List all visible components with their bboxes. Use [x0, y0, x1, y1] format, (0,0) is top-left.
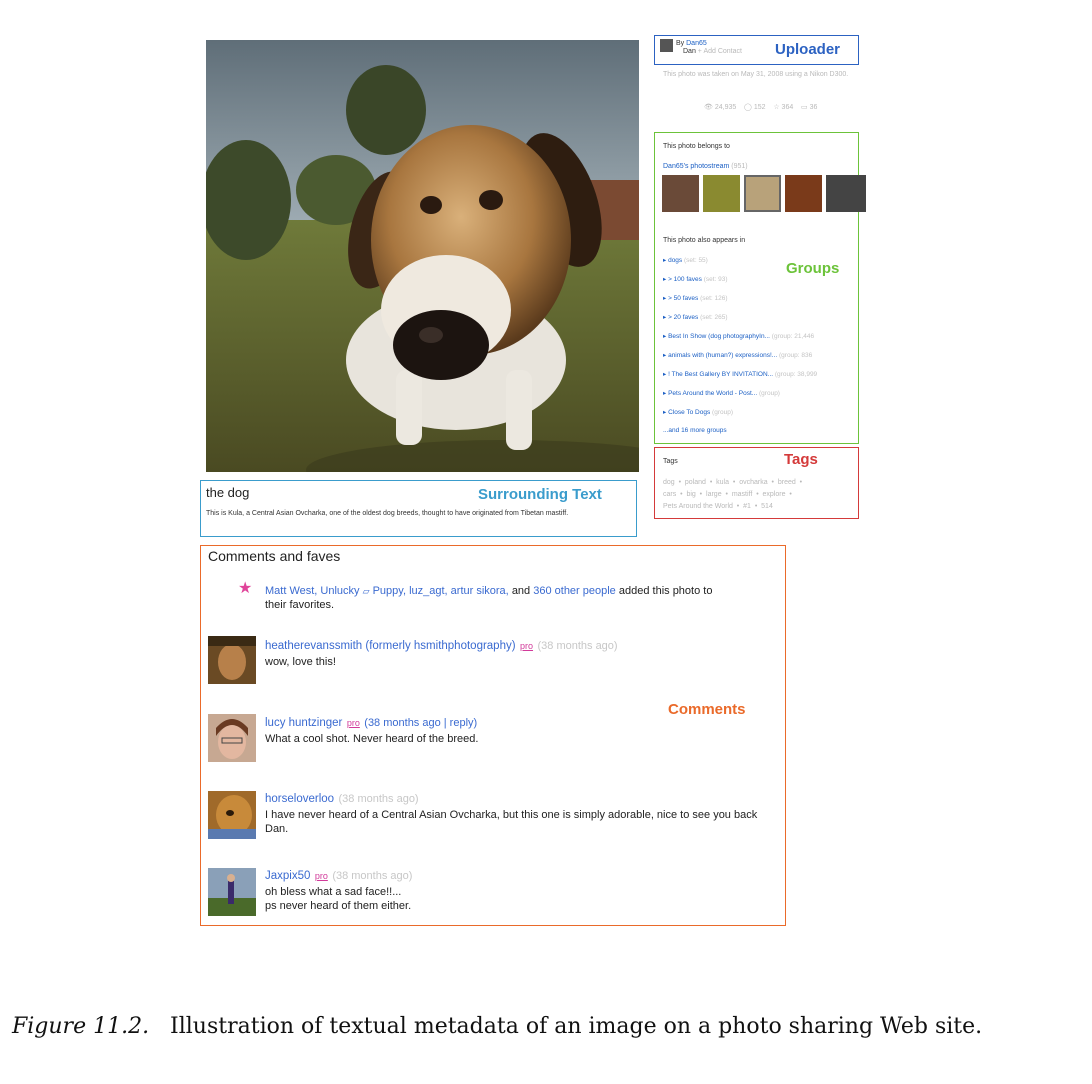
commenter-name-link[interactable]: heatherevanssmith (formerly hsmithphotog… — [265, 640, 516, 652]
appears-heading: This photo also appears in — [663, 237, 746, 244]
figure-number: Figure 11.2. — [12, 1014, 150, 1039]
photostream-thumb[interactable] — [662, 175, 699, 212]
photostream-line: Dan65's photostream (951) — [663, 162, 748, 171]
figure-caption: Figure 11.2. Illustration of textual met… — [12, 1010, 1084, 1043]
commenter-name-link[interactable]: Jaxpix50 — [265, 870, 310, 882]
comment-header: Jaxpix50 pro (38 months ago) — [265, 866, 412, 884]
add-contact-link[interactable]: + Add Contact — [698, 48, 742, 55]
commenter-avatar[interactable] — [208, 868, 256, 916]
comment-header: heatherevanssmith (formerly hsmithphotog… — [265, 636, 618, 654]
comment-header: lucy huntzinger pro (38 months ago | rep… — [265, 713, 477, 731]
faves-and: and — [511, 585, 531, 597]
faves-count: 364 — [781, 104, 794, 111]
tags-line[interactable]: Pets Around the World • #1 • 514 — [663, 502, 773, 511]
comment-header: horseloverloo (38 months ago) — [265, 789, 419, 807]
comment-time[interactable]: (38 months ago | reply) — [364, 717, 477, 729]
group-item[interactable]: ▸ animals with (human?) expressions!... … — [663, 351, 857, 359]
photostream-link[interactable]: Dan65's photostream — [663, 163, 729, 170]
uploader-by: By — [676, 40, 685, 47]
comment-body: wow, love this! — [265, 656, 336, 668]
comment-time[interactable]: (38 months ago) — [339, 793, 419, 805]
comments-count: 152 — [753, 104, 766, 111]
star-icon: ☆ — [773, 104, 780, 111]
pro-badge[interactable]: pro — [315, 871, 328, 881]
pro-badge[interactable]: pro — [520, 641, 533, 651]
figure-caption-text: Illustration of textual metadata of an i… — [170, 1014, 983, 1039]
comments-label: Comments — [668, 701, 746, 718]
group-item[interactable]: ▸ > 100 faves (set: 93) — [663, 275, 728, 283]
faves-summary: Matt West, Unlucky ▱ Puppy, luz_agt, art… — [265, 584, 765, 612]
uploader-label: Uploader — [775, 41, 841, 58]
commenter-avatar[interactable] — [208, 714, 256, 762]
group-item[interactable]: ▸ > 50 faves (set: 126) — [663, 294, 728, 302]
comment-body: I have never heard of a Central Asian Ov… — [265, 809, 758, 835]
fave-star-icon: ★ — [238, 580, 253, 597]
group-item[interactable]: ▸ ! The Best Gallery BY INVITATION... (g… — [663, 370, 857, 378]
views-count: 24,935 — [714, 104, 737, 111]
commenter-avatar[interactable] — [208, 791, 256, 839]
comment-body: What a cool shot. Never heard of the bre… — [265, 733, 479, 745]
main-photo[interactable] — [206, 40, 639, 472]
faves-suffix: added this photo to — [618, 585, 713, 597]
comment-icon: ◯ — [744, 104, 752, 111]
group-item[interactable]: ▸ > 20 faves (set: 265) — [663, 313, 728, 321]
commenter-avatar[interactable] — [208, 636, 256, 684]
comment-time[interactable]: (38 months ago) — [332, 870, 412, 882]
group-item[interactable]: ▸ Close To Dogs (group) — [663, 408, 733, 416]
photostream-thumb-current[interactable] — [744, 175, 781, 212]
uploader-line2: Dan + Add Contact — [683, 47, 742, 56]
pro-badge[interactable]: pro — [347, 718, 360, 728]
tags-label: Tags — [784, 451, 818, 468]
tags-heading: Tags — [663, 458, 678, 465]
photo-title: the dog — [206, 485, 250, 500]
tags-line[interactable]: dog • poland • kula • ovcharka • breed • — [663, 478, 802, 487]
other-people-link[interactable]: 360 other people — [533, 585, 616, 597]
photo-taken-text: This photo was taken on May 31, 2008 usi… — [663, 71, 849, 78]
note-icon: ▭ — [801, 104, 808, 111]
group-item[interactable]: ▸ Best In Show (dog photographyIn... (gr… — [663, 332, 857, 340]
faves-line2: their favorites. — [265, 599, 335, 611]
uploader-name-link[interactable]: Dan65 — [686, 40, 707, 47]
photostream-thumb[interactable] — [703, 175, 740, 212]
photostream-thumb[interactable] — [826, 175, 866, 212]
uploader-avatar[interactable] — [660, 39, 673, 52]
group-item[interactable]: ▸ dogs (set: 55) — [663, 256, 708, 264]
comments-heading: Comments and faves — [208, 548, 341, 564]
comment-body: oh bless what a sad face!!... ps never h… — [265, 886, 412, 912]
photo-description: This is Kula, a Central Asian Ovcharka, … — [206, 510, 569, 517]
commenter-name-link[interactable]: horseloverloo — [265, 793, 334, 805]
surrounding-text-label: Surrounding Text — [478, 486, 602, 503]
notes-count: 36 — [809, 104, 818, 111]
group-item[interactable]: ▸ Pets Around the World - Post... (group… — [663, 389, 780, 397]
faver-names-link[interactable]: Puppy, luz_agt, artur sikora, — [373, 585, 509, 597]
comment-time[interactable]: (38 months ago) — [537, 640, 617, 652]
views-icon: 👁 — [704, 104, 713, 111]
buddy-icon: ▱ — [362, 586, 370, 596]
groups-label: Groups — [786, 260, 840, 277]
faver-names-link[interactable]: Matt West, Unlucky — [265, 585, 360, 597]
photostream-thumb[interactable] — [785, 175, 822, 212]
uploader-subname: Dan — [683, 48, 696, 55]
photo-stats: 👁 24,935 ◯ 152 ☆ 364 ▭ 36 — [704, 103, 817, 112]
commenter-name-link[interactable]: lucy huntzinger — [265, 717, 342, 729]
photostream-count: (951) — [731, 163, 748, 170]
more-groups-link[interactable]: ...and 16 more groups — [663, 427, 727, 434]
belongs-heading: This photo belongs to — [663, 143, 730, 150]
tags-line[interactable]: cars • big • large • mastiff • explore • — [663, 490, 792, 499]
